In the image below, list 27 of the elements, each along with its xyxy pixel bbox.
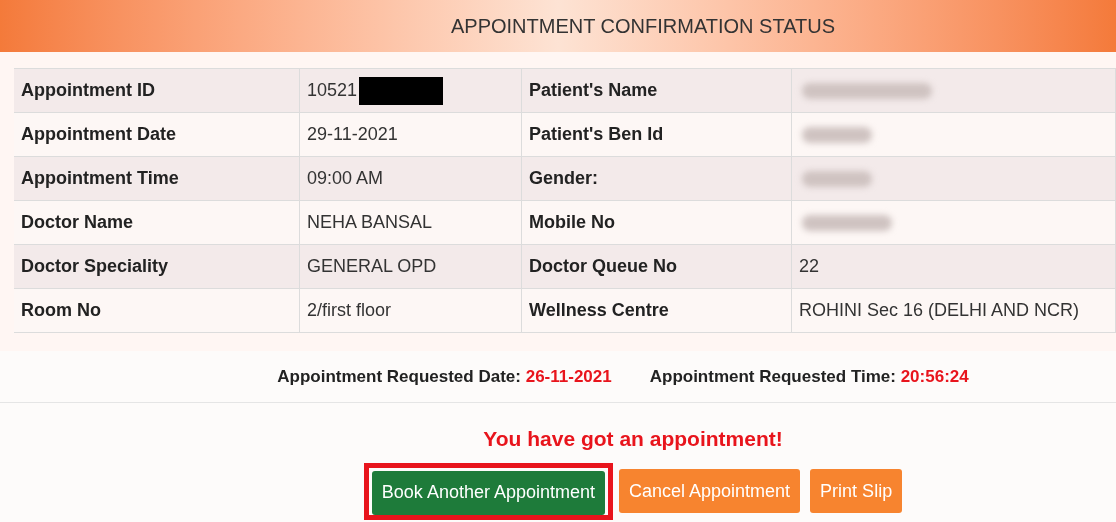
field-label: Doctor Queue No — [529, 255, 677, 278]
field-label: Gender: — [529, 167, 598, 190]
field-label: Mobile No — [529, 211, 615, 234]
field-value: 29-11-2021 — [307, 123, 398, 146]
action-button[interactable]: Print Slip — [810, 469, 903, 513]
field-label: Appointment Time — [21, 167, 179, 190]
field-label: Appointment ID — [21, 79, 155, 102]
field-value: ROHINI Sec 16 (DELHI AND NCR) — [799, 299, 1080, 322]
field-value: 22 — [799, 255, 820, 278]
field-value: 09:00 AM — [307, 167, 384, 190]
action-button[interactable]: Book Another Appointment — [371, 470, 605, 515]
field-value: NEHA BANSAL — [307, 211, 433, 234]
field-label: Wellness Centre — [529, 299, 669, 322]
field-label: Patient's Ben Id — [529, 123, 664, 146]
action-button[interactable]: Cancel Appointment — [619, 469, 801, 513]
field-label: Doctor Speciality — [21, 255, 169, 278]
field-value: 10521 — [307, 79, 358, 102]
field-label: Room No — [21, 299, 101, 322]
field-value: 2/first floor — [307, 299, 392, 322]
field-value: GENERAL OPD — [307, 255, 437, 278]
field-label: Patient's Name — [529, 79, 658, 102]
field-label: Appointment Date — [21, 123, 176, 146]
confirmation-message: You have got an appointment! — [483, 426, 783, 452]
requested-info: Appointment Requested Time: 20:56:24 — [649, 365, 969, 388]
requested-info: Appointment Requested Date: 26-11-2021 — [277, 365, 612, 388]
page-title: APPOINTMENT CONFIRMATION STATUS — [450, 14, 836, 39]
field-label: Doctor Name — [21, 211, 134, 234]
